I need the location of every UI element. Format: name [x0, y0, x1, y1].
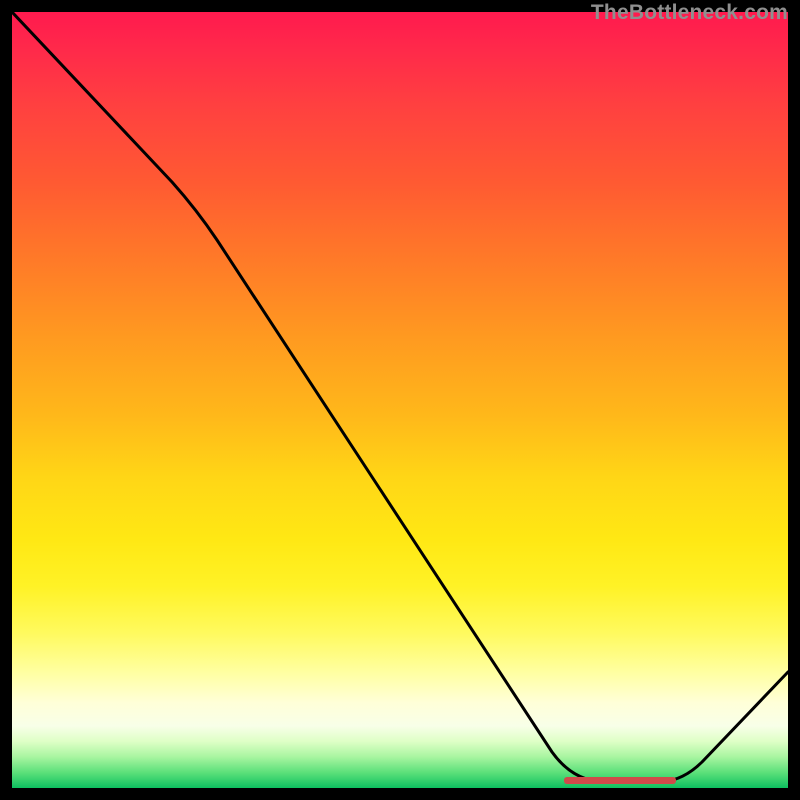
plot-gradient-area: [12, 12, 788, 788]
watermark-text: TheBottleneck.com: [591, 1, 788, 25]
chart-container: TheBottleneck.com: [0, 0, 800, 800]
trough-marker: [564, 777, 676, 784]
line-curve: [12, 12, 788, 788]
